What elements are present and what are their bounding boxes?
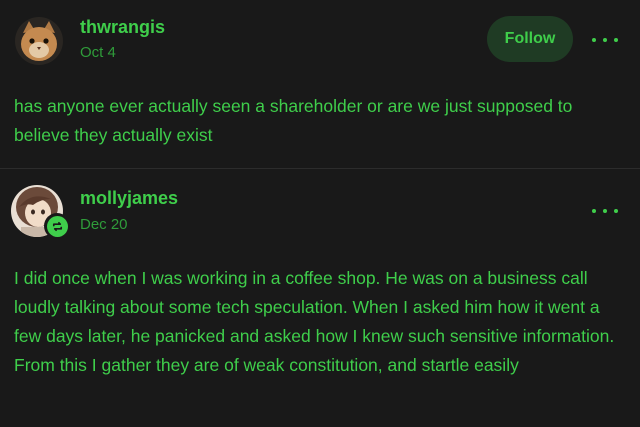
cat-avatar-image — [15, 17, 63, 65]
reblog-icon — [46, 215, 68, 237]
follow-button[interactable]: Follow — [487, 16, 573, 62]
dashboard-feed: thwrangis Oct 4 Follow has anyone ever a… — [0, 0, 640, 427]
post-body-text: I did once when I was working in a coffe… — [14, 268, 615, 375]
more-options-icon[interactable] — [592, 35, 618, 45]
post-date[interactable]: Dec 20 — [80, 216, 128, 233]
more-options-icon[interactable] — [592, 206, 618, 216]
post-divider — [0, 168, 640, 169]
post-username[interactable]: thwrangis — [80, 17, 165, 38]
reblog-badge — [44, 213, 70, 239]
post-date[interactable]: Oct 4 — [80, 44, 116, 61]
post-username[interactable]: mollyjames — [80, 188, 178, 209]
post-body-text: has anyone ever actually seen a sharehol… — [14, 96, 573, 145]
avatar-thwrangis[interactable] — [15, 17, 63, 65]
